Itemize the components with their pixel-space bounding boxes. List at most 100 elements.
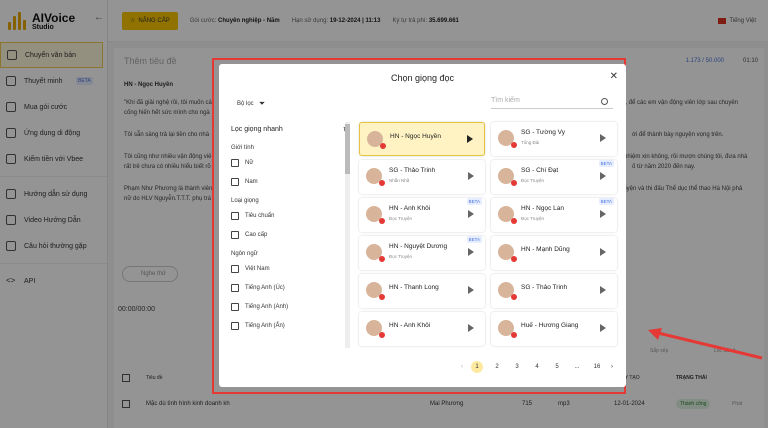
checkbox[interactable] (231, 230, 239, 239)
play-icon[interactable] (467, 135, 473, 143)
voice-name: SG - Tường Vy (521, 129, 566, 136)
option-female[interactable]: Nữ (227, 153, 353, 172)
filter-button[interactable]: Bộ lọc ⏷ (237, 99, 265, 109)
option-vietnamese[interactable]: Việt Nam (227, 259, 353, 278)
option-label: Tiếng Anh (Ấn) (245, 322, 285, 329)
voice-name: HN - Ngọc Lan (521, 205, 564, 212)
option-label: Cao cấp (245, 231, 268, 238)
option-english-in[interactable]: Tiếng Anh (Ấn) (227, 316, 353, 335)
voice-card[interactable]: HN - Anh Khôi (359, 312, 485, 346)
voice-style: Đọc Truyện (521, 216, 545, 221)
filter-scrollbar[interactable] (345, 122, 350, 348)
voice-avatar (366, 168, 385, 186)
voice-picker-modal: Chọn giọng đọc ✕ Bộ lọc ⏷ Tìm kiếm Lọc g… (219, 64, 626, 387)
play-icon[interactable] (468, 248, 474, 256)
voice-name: SG - Chí Đạt (521, 167, 559, 174)
option-english-uk[interactable]: Tiếng Anh (Anh) (227, 297, 353, 316)
voice-avatar (498, 130, 517, 148)
beta-badge: BETA (598, 198, 614, 205)
play-icon[interactable] (600, 210, 606, 218)
option-label: Tiếng Anh (Anh) (245, 303, 289, 310)
voice-avatar (498, 206, 517, 224)
group-language: Ngôn ngữ (231, 251, 258, 257)
voice-name: HN - Thanh Long (389, 284, 439, 291)
voice-card[interactable]: HN - Anh Khôi Đọc Truyện BETA (359, 198, 485, 232)
play-icon[interactable] (600, 172, 606, 180)
prev-page-button[interactable]: ‹ (461, 364, 463, 370)
voice-card[interactable]: HN - Ngọc Huyền (359, 122, 485, 156)
annotation-arrow-icon (648, 328, 763, 360)
play-icon[interactable] (600, 324, 606, 332)
play-icon[interactable] (468, 324, 474, 332)
option-standard[interactable]: Tiêu chuẩn (227, 206, 353, 225)
option-label: Việt Nam (245, 265, 270, 272)
voice-name: HN - Mạnh Dũng (521, 246, 570, 253)
voice-style: Nhẫn Nhã (389, 178, 410, 183)
checkbox[interactable] (231, 321, 239, 330)
voice-card[interactable]: SG - Tường Vy Tổng Đài (491, 122, 617, 156)
voice-style: Đọc Truyện (521, 178, 545, 183)
option-male[interactable]: Nam (227, 172, 353, 191)
close-icon[interactable]: ✕ (610, 71, 618, 82)
voice-avatar (366, 320, 385, 338)
page-1[interactable]: 1 (471, 361, 483, 373)
beta-badge: BETA (466, 236, 482, 243)
voice-name: SG - Thảo Trinh (389, 167, 436, 174)
search-input[interactable]: Tìm kiếm (491, 95, 613, 109)
voice-card[interactable]: HN - Mạnh Dũng (491, 236, 617, 270)
option-label: Tiếng Anh (Úc) (245, 284, 285, 291)
checkbox[interactable] (231, 158, 239, 167)
checkbox[interactable] (231, 302, 239, 311)
pagination: ‹ 1 2 3 4 5 ... 16 › (461, 361, 613, 373)
modal-title: Chọn giọng đọc (390, 73, 455, 83)
play-icon[interactable] (600, 286, 606, 294)
play-icon[interactable] (600, 248, 606, 256)
play-icon[interactable] (468, 172, 474, 180)
option-premium[interactable]: Cao cấp (227, 225, 353, 244)
voice-style: Tổng Đài (521, 140, 540, 145)
voice-avatar (366, 244, 385, 262)
voice-avatar (366, 206, 385, 224)
funnel-icon: ⏷ (258, 99, 266, 108)
filter-panel: Lọc giọng nhanh ↻ Giới tính^ Nữ Nam Loại… (227, 122, 353, 348)
play-icon[interactable] (600, 134, 606, 142)
play-icon[interactable] (468, 286, 474, 294)
voice-card[interactable]: HN - Ngọc Lan Đọc Truyện BETA (491, 198, 617, 232)
voice-card[interactable]: SG - Thảo Trinh Nhẫn Nhã (359, 160, 485, 194)
voice-name: HN - Anh Khôi (389, 205, 431, 212)
page-5[interactable]: 5 (551, 361, 563, 373)
voice-card[interactable]: HN - Thanh Long (359, 274, 485, 308)
voice-avatar (498, 244, 517, 262)
voice-avatar (498, 282, 517, 300)
quick-filter-title: Lọc giọng nhanh (231, 126, 283, 133)
checkbox[interactable] (231, 283, 239, 292)
voice-card[interactable]: HN - Nguyệt Dương Đọc Truyện BETA (359, 236, 485, 270)
checkbox[interactable] (231, 177, 239, 186)
option-label: Nữ (245, 159, 254, 166)
page-ellipsis: ... (574, 364, 580, 370)
voice-avatar (498, 168, 517, 186)
page-3[interactable]: 3 (511, 361, 523, 373)
voice-card[interactable]: SG - Chí Đạt Đọc Truyện BETA (491, 160, 617, 194)
play-icon[interactable] (468, 210, 474, 218)
option-english-au[interactable]: Tiếng Anh (Úc) (227, 278, 353, 297)
search-icon[interactable] (601, 98, 608, 105)
filter-label: Bộ lọc (237, 101, 254, 107)
page-16[interactable]: 16 (591, 361, 603, 373)
voice-avatar (367, 131, 386, 149)
voice-name: Huế - Hương Giang (521, 322, 579, 329)
next-page-button[interactable]: › (611, 364, 613, 370)
checkbox[interactable] (231, 264, 239, 273)
page-2[interactable]: 2 (491, 361, 503, 373)
voice-avatar (366, 282, 385, 300)
voice-name: SG - Thảo Trinh (521, 284, 568, 291)
page-4[interactable]: 4 (531, 361, 543, 373)
option-label: Tiêu chuẩn (245, 212, 275, 219)
voice-card[interactable]: SG - Thảo Trinh (491, 274, 617, 308)
voice-style: Đọc Truyện (389, 216, 413, 221)
voice-card[interactable]: Huế - Hương Giang (491, 312, 617, 346)
voice-name: HN - Nguyệt Dương (389, 243, 448, 250)
option-label: Nam (245, 178, 258, 185)
checkbox[interactable] (231, 211, 239, 220)
voice-name: HN - Ngọc Huyền (390, 133, 441, 140)
